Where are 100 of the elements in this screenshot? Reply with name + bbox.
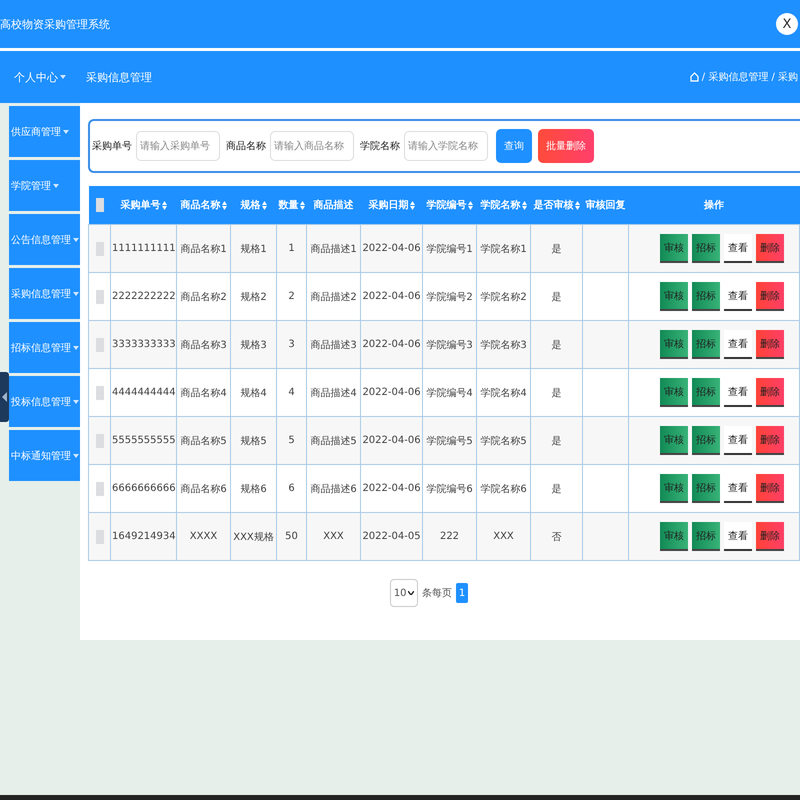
sort-icon	[222, 200, 226, 210]
table-cell: 222	[422, 512, 476, 560]
tender-button[interactable]: 招标	[692, 330, 720, 359]
table-cell: XXX	[306, 512, 360, 560]
column-header: 操作	[704, 198, 724, 212]
tender-button[interactable]: 招标	[692, 426, 720, 455]
table-cell: 商品名称3	[176, 320, 230, 368]
row-checkbox[interactable]	[96, 530, 104, 544]
table-cell: 学院名称1	[476, 224, 530, 272]
user-center-menu[interactable]: 个人中心	[14, 70, 58, 84]
table-cell: 3	[276, 320, 306, 368]
delete-button[interactable]: 删除	[756, 234, 784, 263]
caret-icon	[73, 346, 79, 350]
row-checkbox[interactable]	[96, 290, 104, 304]
tender-button[interactable]: 招标	[692, 234, 720, 263]
view-button[interactable]: 查看	[724, 426, 752, 455]
table-cell: 商品描述1	[306, 224, 360, 272]
collapse-sidebar-handle[interactable]	[0, 372, 9, 422]
search-label: 学院名称	[360, 140, 400, 153]
page-size-select[interactable]: 10	[390, 579, 418, 607]
table-cell: 商品名称5	[176, 416, 230, 464]
tender-button[interactable]: 招标	[692, 522, 720, 551]
caret-icon	[53, 184, 59, 188]
table-cell: 是	[530, 416, 582, 464]
select-all-checkbox[interactable]	[96, 198, 104, 212]
review-button[interactable]: 审核	[660, 234, 688, 263]
table-cell: 2022-04-06	[360, 224, 422, 272]
sidebar-item[interactable]: 供应商管理	[9, 106, 80, 157]
view-button[interactable]: 查看	[724, 330, 752, 359]
row-checkbox[interactable]	[96, 242, 104, 256]
table-cell: 1111111111	[110, 224, 176, 272]
dropdown-caret-icon	[408, 591, 414, 595]
row-checkbox[interactable]	[96, 434, 104, 448]
table-cell: 否	[530, 512, 582, 560]
sort-icon	[468, 200, 472, 210]
review-button[interactable]: 审核	[660, 474, 688, 503]
tender-button[interactable]: 招标	[692, 282, 720, 311]
table-cell: 是	[530, 224, 582, 272]
sidebar-item[interactable]: 中标通知管理	[9, 430, 80, 481]
sort-icon	[262, 200, 266, 210]
review-button[interactable]: 审核	[660, 330, 688, 359]
table-cell: XXX规格	[230, 512, 276, 560]
row-checkbox[interactable]	[96, 482, 104, 496]
table-cell: 2022-04-05	[360, 512, 422, 560]
sidebar-item[interactable]: 招标信息管理	[9, 322, 80, 373]
search-field[interactable]: 请输入商品名称	[270, 131, 354, 161]
page-title: 采购信息管理	[85, 70, 153, 84]
sort-icon	[574, 200, 580, 210]
tender-button[interactable]: 招标	[692, 378, 720, 407]
delete-button[interactable]: 删除	[756, 330, 784, 359]
page-button[interactable]: 1	[456, 583, 468, 603]
caret-icon	[73, 292, 79, 296]
view-button[interactable]: 查看	[724, 234, 752, 263]
batch-delete-button[interactable]: 批量删除	[538, 129, 594, 163]
review-button[interactable]: 审核	[660, 282, 688, 311]
table-cell: 商品描述3	[306, 320, 360, 368]
table-cell: 商品描述5	[306, 416, 360, 464]
breadcrumb: / 采购信息管理 / 采购	[702, 70, 798, 84]
table-cell: 学院编号1	[422, 224, 476, 272]
sidebar-item[interactable]: 采购信息管理	[9, 268, 80, 319]
table-cell: 学院编号5	[422, 416, 476, 464]
table-cell: 学院编号3	[422, 320, 476, 368]
caret-icon	[73, 400, 79, 404]
search-label: 采购单号	[92, 140, 132, 153]
delete-button[interactable]: 删除	[756, 522, 784, 551]
review-button[interactable]: 审核	[660, 378, 688, 407]
app-title: 高校物资采购管理系统	[0, 16, 110, 32]
caret-icon	[63, 130, 69, 134]
delete-button[interactable]: 删除	[756, 474, 784, 503]
row-checkbox[interactable]	[96, 386, 104, 400]
sidebar-item[interactable]: 学院管理	[9, 160, 80, 211]
delete-button[interactable]: 删除	[756, 426, 784, 455]
per-page-label: 条每页	[422, 587, 452, 600]
table-cell: 1	[276, 224, 306, 272]
table-cell: 50	[276, 512, 306, 560]
search-label: 商品名称	[226, 140, 266, 153]
sort-icon	[522, 200, 526, 210]
view-button[interactable]: 查看	[724, 522, 752, 551]
search-field[interactable]: 请输入学院名称	[404, 131, 488, 161]
table-cell: 学院名称5	[476, 416, 530, 464]
sidebar-item[interactable]: 公告信息管理	[9, 214, 80, 265]
review-button[interactable]: 审核	[660, 522, 688, 551]
delete-button[interactable]: 删除	[756, 282, 784, 311]
sidebar-item[interactable]: 投标信息管理	[9, 376, 80, 427]
table-cell: 是	[530, 320, 582, 368]
table-cell: XXXX	[176, 512, 230, 560]
home-icon[interactable]	[690, 72, 699, 82]
logout-button[interactable]: X	[776, 13, 798, 35]
review-button[interactable]: 审核	[660, 426, 688, 455]
table-cell: 规格3	[230, 320, 276, 368]
table-cell: 3333333333	[110, 320, 176, 368]
search-field[interactable]: 请输入采购单号	[136, 131, 220, 161]
delete-button[interactable]: 删除	[756, 378, 784, 407]
tender-button[interactable]: 招标	[692, 474, 720, 503]
table-cell: 5555555555	[110, 416, 176, 464]
search-button[interactable]: 查询	[496, 129, 532, 163]
caret-icon	[60, 75, 66, 79]
table-cell: 5	[276, 416, 306, 464]
row-checkbox[interactable]	[96, 338, 104, 352]
caret-icon	[73, 454, 79, 458]
